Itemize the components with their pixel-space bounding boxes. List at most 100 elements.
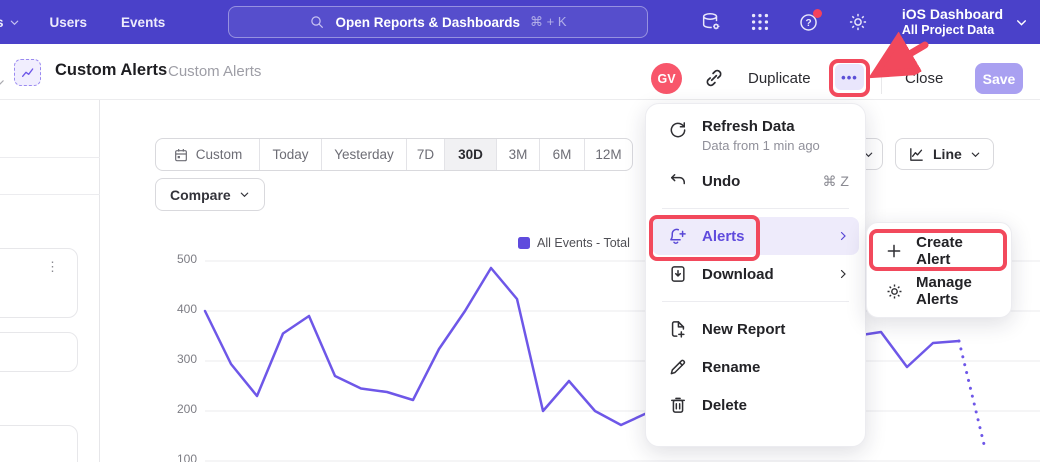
chevron-down-icon bbox=[9, 17, 20, 28]
nav-item-partial[interactable]: s bbox=[0, 15, 20, 30]
menu-item-label: Delete bbox=[702, 397, 747, 414]
compare-button[interactable]: Compare bbox=[155, 178, 265, 211]
menu-item-undo[interactable]: Undo ⌘ Z bbox=[646, 162, 865, 200]
date-range-3m[interactable]: 3M bbox=[496, 139, 539, 170]
menu-item-new-report[interactable]: New Report bbox=[646, 310, 865, 348]
project-subtitle: All Project Data bbox=[902, 23, 1003, 38]
menu-item-label: Download bbox=[702, 266, 774, 283]
menu-item-download[interactable]: Download bbox=[646, 255, 865, 293]
menu-item-label: Undo bbox=[702, 173, 740, 190]
chevron-down-icon bbox=[239, 189, 250, 200]
search-shortcut: ⌘ + K bbox=[530, 14, 567, 30]
sidebar-card[interactable] bbox=[0, 332, 78, 372]
help-icon[interactable]: ? bbox=[798, 11, 820, 33]
date-range-7d[interactable]: 7D bbox=[406, 139, 444, 170]
compare-label: Compare bbox=[170, 187, 231, 203]
menu-item-delete[interactable]: Delete bbox=[646, 386, 865, 424]
sidebar-divider bbox=[0, 157, 100, 158]
y-axis-tick: 500 bbox=[167, 252, 197, 266]
duplicate-button[interactable]: Duplicate bbox=[748, 70, 811, 87]
date-range-today[interactable]: Today bbox=[259, 139, 321, 170]
chart-type-label: Line bbox=[933, 146, 962, 162]
y-axis-tick: 300 bbox=[167, 352, 197, 366]
chevron-right-icon bbox=[837, 230, 849, 242]
submenu-item-create-alert[interactable]: Create Alert bbox=[867, 231, 1011, 271]
overflow-menu-icon[interactable]: ⋮ bbox=[46, 259, 59, 275]
project-switcher[interactable]: iOS Dashboard All Project Data bbox=[902, 6, 1028, 38]
pencil-icon bbox=[668, 357, 688, 377]
menu-item-rename[interactable]: Rename bbox=[646, 348, 865, 386]
apps-grid-icon[interactable] bbox=[749, 11, 771, 33]
svg-text:?: ? bbox=[805, 18, 811, 29]
menu-item-label: Alerts bbox=[702, 228, 745, 245]
legend-label: All Events - Total bbox=[537, 236, 630, 250]
context-menu: Refresh Data Data from 1 min ago Undo ⌘ … bbox=[645, 103, 866, 447]
page-title: Custom Alerts bbox=[55, 61, 167, 80]
cut-off-chevron-icon bbox=[0, 76, 6, 88]
project-title: iOS Dashboard bbox=[902, 6, 1003, 23]
nav-item-users[interactable]: Users bbox=[50, 15, 88, 30]
sidebar-card[interactable] bbox=[0, 425, 78, 462]
new-report-icon bbox=[668, 319, 688, 339]
submenu-item-label: Manage Alerts bbox=[916, 274, 997, 308]
date-range-yesterday[interactable]: Yesterday bbox=[321, 139, 406, 170]
close-button[interactable]: Close bbox=[905, 70, 943, 87]
left-sidebar: ⋮ bbox=[0, 100, 100, 462]
nav-item-events[interactable]: Events bbox=[121, 15, 165, 30]
chevron-right-icon bbox=[837, 268, 849, 280]
calendar-icon bbox=[173, 147, 189, 163]
chevron-down-icon bbox=[970, 149, 981, 160]
chart-type-button[interactable]: Line bbox=[895, 138, 994, 170]
data-icon[interactable] bbox=[700, 11, 722, 33]
refresh-icon bbox=[668, 120, 688, 140]
sidebar-divider bbox=[0, 194, 100, 195]
chevron-down-icon bbox=[1015, 16, 1028, 29]
undo-icon bbox=[668, 171, 688, 191]
avatar[interactable]: GV bbox=[651, 63, 682, 94]
link-icon bbox=[703, 67, 725, 89]
legend-swatch bbox=[518, 237, 530, 249]
plus-icon bbox=[885, 242, 904, 260]
date-range-12m[interactable]: 12M bbox=[584, 139, 632, 170]
settings-gear-icon[interactable] bbox=[847, 11, 869, 33]
save-button[interactable]: Save bbox=[975, 63, 1023, 94]
notification-dot bbox=[813, 9, 822, 18]
title-bar: Custom Alerts Custom Alerts GV Duplicate… bbox=[0, 44, 1040, 100]
chart-line-dotted bbox=[959, 341, 985, 449]
date-range-custom[interactable]: Custom bbox=[156, 139, 259, 170]
gear-icon bbox=[885, 282, 904, 301]
download-icon bbox=[668, 264, 688, 284]
menu-item-label: New Report bbox=[702, 321, 785, 338]
search-input[interactable]: Open Reports & Dashboards ⌘ + K bbox=[228, 6, 648, 38]
nav-item-partial-label: s bbox=[0, 15, 4, 30]
date-range-picker: Custom Today Yesterday 7D 30D 3M 6M 12M bbox=[155, 138, 633, 171]
report-icon[interactable] bbox=[14, 59, 41, 86]
submenu-item-label: Create Alert bbox=[916, 234, 997, 268]
menu-item-label: Refresh Data bbox=[702, 118, 820, 135]
sidebar-card[interactable]: ⋮ bbox=[0, 248, 78, 318]
breadcrumb: Custom Alerts bbox=[168, 63, 261, 80]
menu-shortcut: ⌘ Z bbox=[823, 173, 849, 190]
menu-item-alerts[interactable]: Alerts bbox=[652, 217, 859, 255]
alerts-submenu: Create Alert Manage Alerts bbox=[866, 222, 1012, 318]
menu-item-subtitle: Data from 1 min ago bbox=[702, 138, 820, 153]
date-range-label: Custom bbox=[196, 147, 243, 162]
y-axis-tick: 400 bbox=[167, 302, 197, 316]
submenu-item-manage-alerts[interactable]: Manage Alerts bbox=[867, 271, 1011, 311]
copy-link-button[interactable] bbox=[703, 67, 725, 89]
more-options-button[interactable]: ••• bbox=[835, 64, 864, 90]
y-axis-tick: 200 bbox=[167, 402, 197, 416]
search-placeholder: Open Reports & Dashboards bbox=[335, 15, 520, 30]
chart-legend: All Events - Total bbox=[518, 236, 630, 250]
bell-plus-icon bbox=[668, 226, 688, 246]
menu-divider bbox=[662, 301, 849, 302]
menu-divider bbox=[662, 208, 849, 209]
date-range-30d-selected[interactable]: 30D bbox=[444, 139, 496, 170]
search-icon bbox=[309, 14, 325, 30]
top-nav: s Users Events Open Reports & Dashboards… bbox=[0, 0, 1040, 44]
menu-item-label: Rename bbox=[702, 359, 760, 376]
date-range-6m[interactable]: 6M bbox=[539, 139, 584, 170]
menu-item-refresh-data[interactable]: Refresh Data Data from 1 min ago bbox=[646, 112, 865, 162]
trash-icon bbox=[668, 395, 688, 415]
toolbar-divider bbox=[881, 62, 882, 94]
